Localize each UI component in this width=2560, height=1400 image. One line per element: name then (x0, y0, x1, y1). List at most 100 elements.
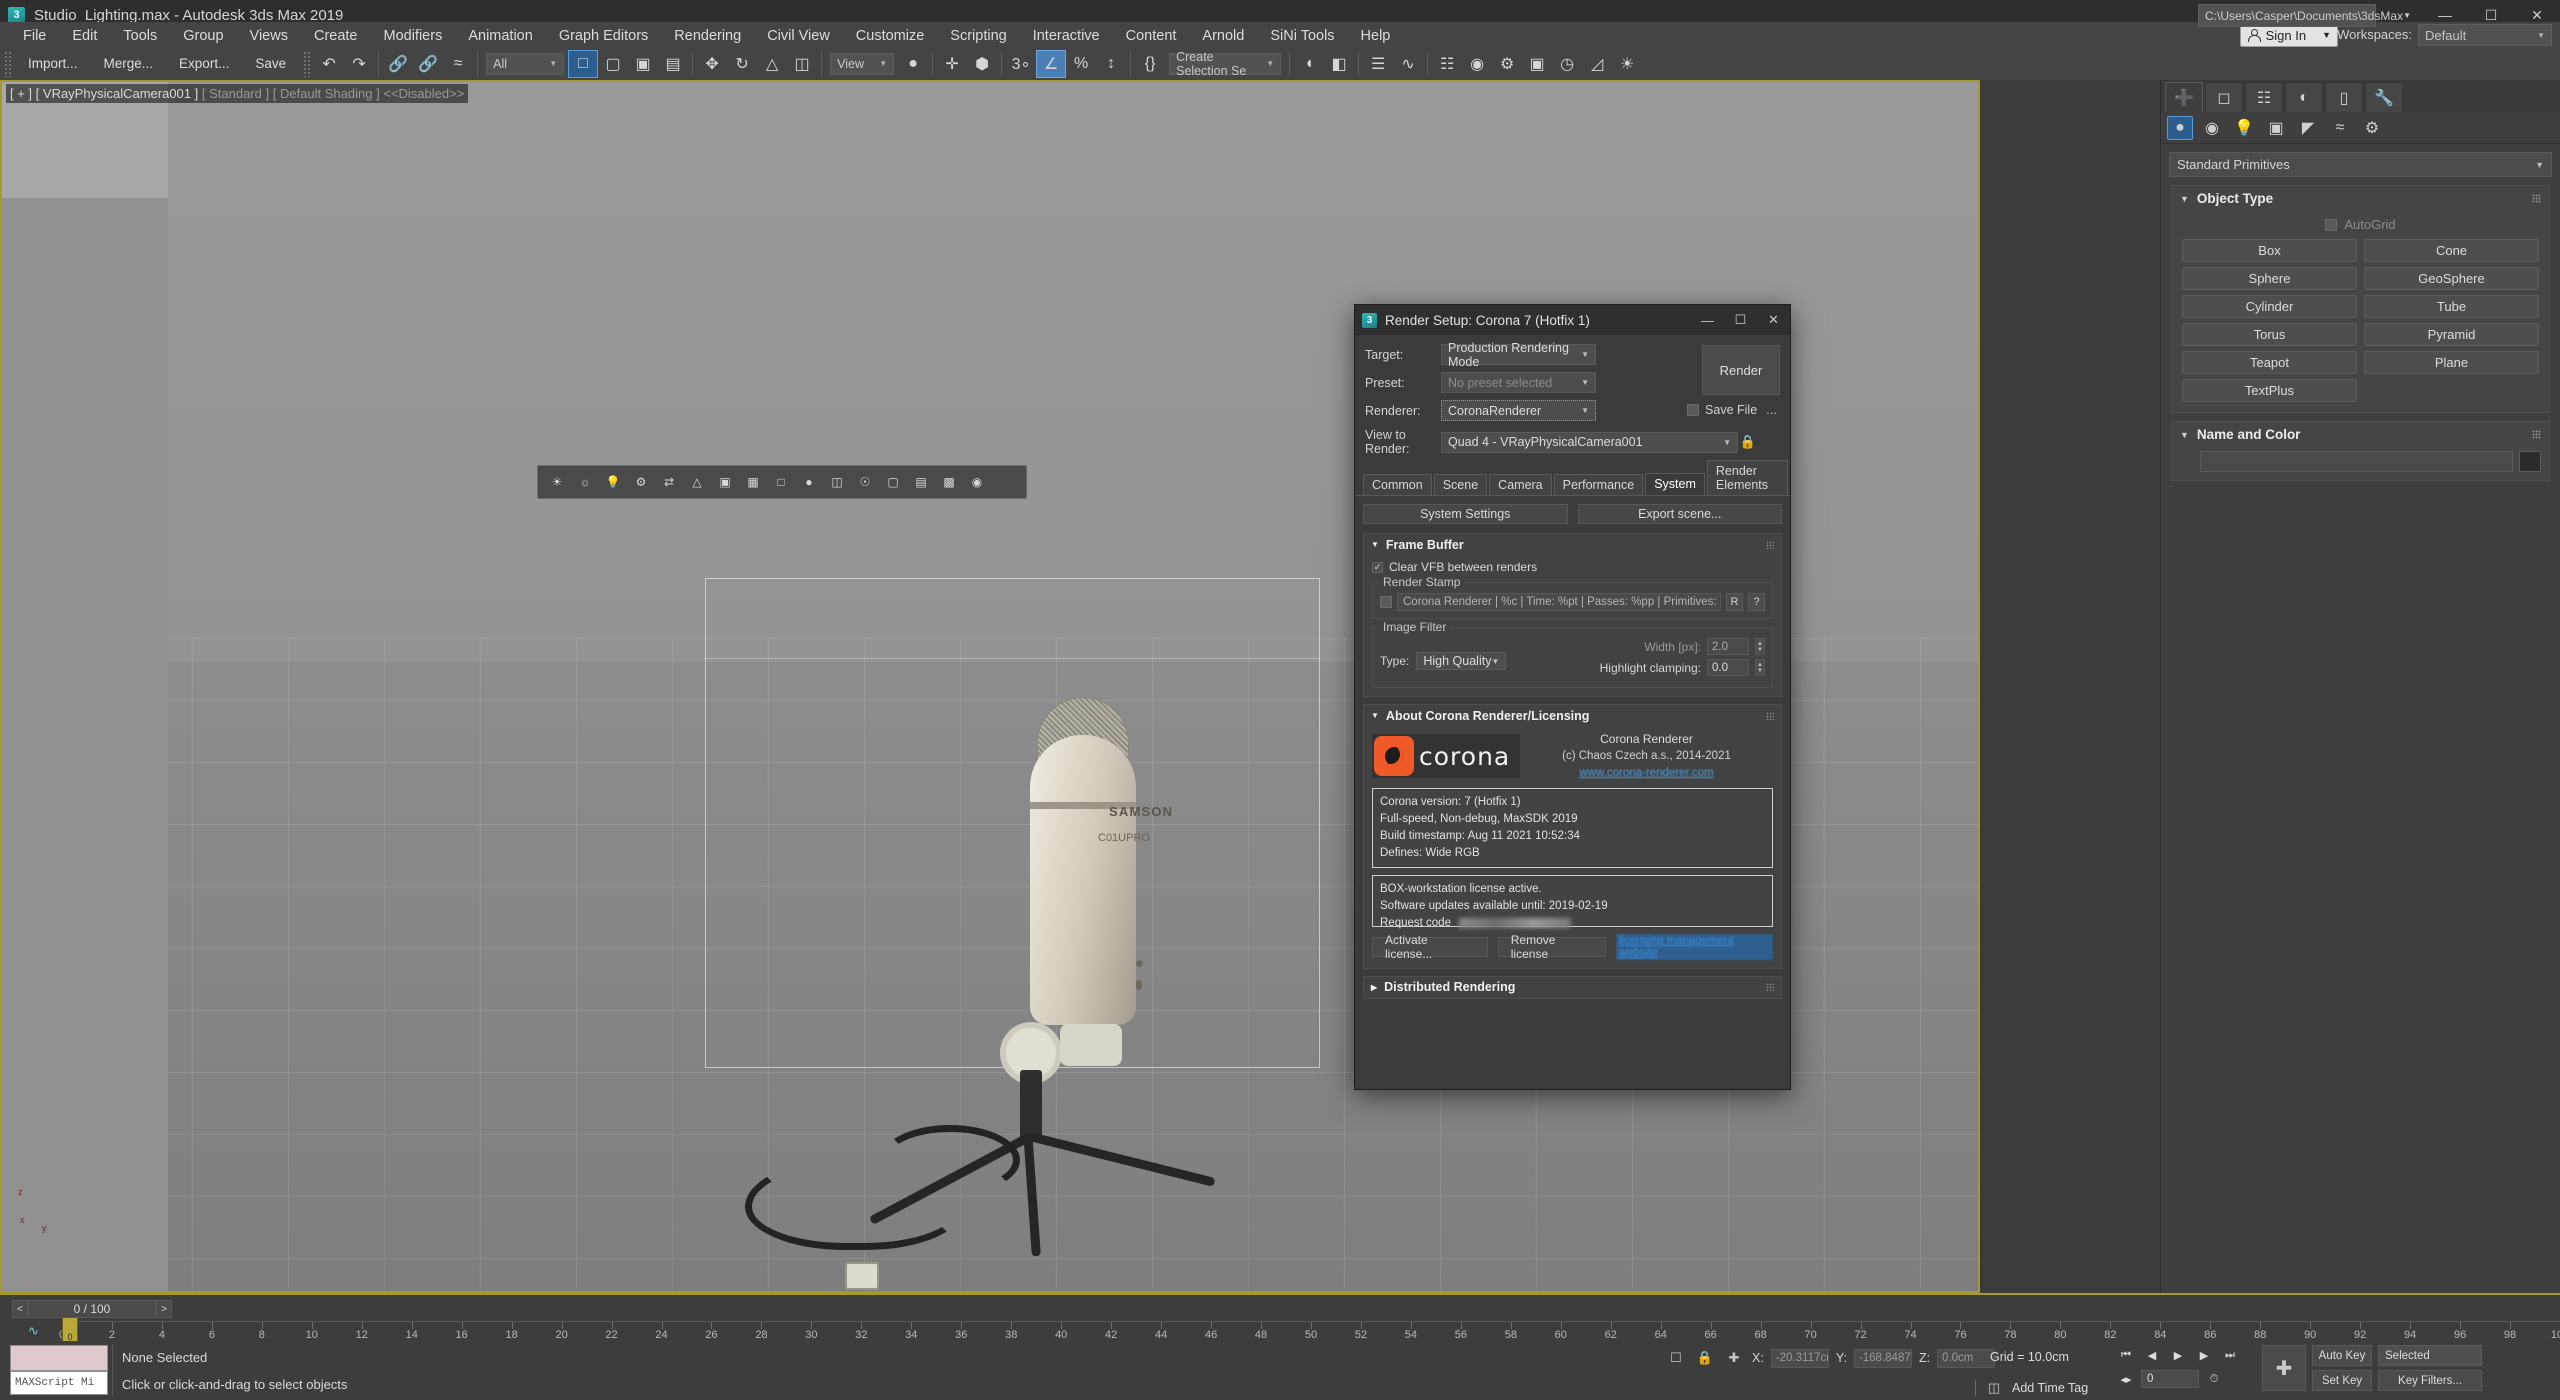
auto-key-button[interactable]: Auto Key (2312, 1345, 2372, 1366)
reference-coordinate-select[interactable]: View ▼ (830, 53, 894, 75)
create-tube-button[interactable]: Tube (2364, 295, 2539, 318)
maxscript-mini-listener[interactable]: MAXScript Mi (10, 1371, 108, 1395)
create-geosphere-button[interactable]: GeoSphere (2364, 267, 2539, 290)
create-tab[interactable]: ➕ (2165, 82, 2203, 112)
snaps-toggle-icon[interactable]: ⬢ (967, 50, 997, 78)
menu-arnold[interactable]: Arnold (1189, 24, 1257, 48)
toolbar-grip[interactable] (303, 51, 310, 77)
render-setup-close-button[interactable]: ✕ (1757, 305, 1790, 335)
render-button[interactable]: Render (1702, 345, 1780, 395)
name-and-color-header[interactable]: ▼ Name and Color (2172, 422, 2549, 447)
object-color-swatch[interactable] (2519, 451, 2541, 472)
create-cone-button[interactable]: Cone (2364, 239, 2539, 262)
tab-system[interactable]: System (1645, 473, 1705, 495)
export-button[interactable]: Export... (166, 52, 242, 75)
key-filters-button[interactable]: Key Filters... (2378, 1370, 2482, 1391)
corona-scatter-icon[interactable]: ▦ (740, 470, 766, 494)
named-selection-sets-icon[interactable]: {} (1135, 50, 1165, 78)
percent-snap-icon[interactable]: ∠ (1036, 50, 1066, 78)
selection-filter-select[interactable]: All ▼ (486, 53, 564, 75)
highlight-clamp-stepper[interactable]: ▲▼ (1755, 659, 1765, 676)
create-box-button[interactable]: Box (2182, 239, 2357, 262)
remove-license-button[interactable]: Remove license (1498, 937, 1606, 957)
geometry-icon[interactable]: ● (2167, 116, 2193, 140)
corona-interactive-icon[interactable]: ▤ (908, 470, 934, 494)
align-icon[interactable]: ◧ (1324, 50, 1354, 78)
tab-scene[interactable]: Scene (1434, 474, 1487, 495)
menu-file[interactable]: File (10, 24, 59, 48)
angle-snap-icon[interactable]: 3∘ (1006, 50, 1036, 78)
render-iterative-icon[interactable]: ◿ (1582, 50, 1612, 78)
z-field[interactable]: 0.0cm (1937, 1349, 1995, 1368)
lock-icon[interactable]: 🔒 (1738, 432, 1758, 453)
rendered-frame-window-icon[interactable]: ▣ (1522, 50, 1552, 78)
target-select[interactable]: Production Rendering Mode ▼ (1441, 344, 1596, 365)
next-frame-button[interactable]: ▶ (2193, 1345, 2215, 1365)
tab-camera[interactable]: Camera (1489, 474, 1551, 495)
menu-group[interactable]: Group (170, 24, 236, 48)
menu-modifiers[interactable]: Modifiers (371, 24, 456, 48)
distributed-rendering-header[interactable]: ▶ Distributed Rendering (1364, 977, 1781, 998)
corona-website-link[interactable]: www.corona-renderer.com (1520, 765, 1773, 782)
maxscript-listener-pane[interactable] (10, 1345, 108, 1371)
display-tab[interactable]: ▯ (2325, 82, 2363, 112)
select-scale-icon[interactable]: △ (757, 50, 787, 78)
hierarchy-tab[interactable]: ☷ (2245, 82, 2283, 112)
project-path-select[interactable]: C:\Users\Casper\Documents\3dsMax ▼ (2198, 4, 2376, 27)
render-stamp-reset-button[interactable]: R (1726, 593, 1743, 611)
menu-views[interactable]: Views (237, 24, 301, 48)
filter-type-select[interactable]: High Quality ▼ (1416, 652, 1506, 670)
create-cylinder-button[interactable]: Cylinder (2182, 295, 2357, 318)
primitive-category-select[interactable]: Standard Primitives ▼ (2169, 152, 2552, 177)
corona-sun-icon[interactable]: ☼ (572, 470, 598, 494)
schematic-view-icon[interactable]: ☷ (1432, 50, 1462, 78)
time-cursor[interactable]: 0 (62, 1317, 78, 1343)
frame-buffer-header[interactable]: ▼ Frame Buffer (1364, 534, 1781, 555)
corona-bitmap-icon[interactable]: ▣ (712, 470, 738, 494)
render-setup-minimize-button[interactable]: — (1691, 305, 1724, 335)
menu-civil-view[interactable]: Civil View (754, 24, 843, 48)
link-icon[interactable]: 🔗 (383, 50, 413, 78)
select-move-icon[interactable]: ✥ (697, 50, 727, 78)
redo-icon[interactable]: ↷ (344, 50, 374, 78)
licensing-management-link[interactable]: licensing management website (1616, 934, 1773, 960)
corona-ies-icon[interactable]: ☉ (852, 470, 878, 494)
save-file-browse-button[interactable]: ... (1763, 402, 1780, 417)
activeshade-icon[interactable]: ☀ (1612, 50, 1642, 78)
menu-customize[interactable]: Customize (843, 24, 938, 48)
cameras-icon[interactable]: ▣ (2263, 116, 2289, 140)
about-corona-header[interactable]: ▼ About Corona Renderer/Licensing (1364, 705, 1781, 726)
current-frame-field[interactable]: 0 (2141, 1370, 2199, 1388)
tab-render-elements[interactable]: Render Elements (1707, 460, 1788, 495)
save-button[interactable]: Save (242, 52, 299, 75)
key-set-select[interactable]: Selected (2378, 1345, 2482, 1366)
render-production-icon[interactable]: ◷ (1552, 50, 1582, 78)
workspaces-select[interactable]: Default ▼ (2418, 24, 2552, 46)
corona-aa-icon[interactable]: ▩ (936, 470, 962, 494)
viewport-label[interactable]: [ + ] [ VRayPhysicalCamera001 ] [ Standa… (6, 84, 468, 103)
selection-lock-icon[interactable]: ☐ (1665, 1347, 1687, 1369)
corona-converter-icon[interactable]: ⇄ (656, 470, 682, 494)
prev-frame-button[interactable]: < (12, 1300, 28, 1318)
menu-graph-editors[interactable]: Graph Editors (546, 24, 661, 48)
export-scene-button[interactable]: Export scene... (1578, 504, 1783, 524)
mirror-icon[interactable]: ◖ (1294, 50, 1324, 78)
set-key-icon[interactable]: ✚ (2262, 1345, 2306, 1391)
previous-frame-button[interactable]: ◀ (2141, 1345, 2163, 1365)
helpers-icon[interactable]: ◤ (2295, 116, 2321, 140)
select-and-manipulate-icon[interactable]: ✛ (937, 50, 967, 78)
spinner-snap-icon[interactable]: % (1066, 50, 1096, 78)
corona-settings-icon[interactable]: ⚙ (628, 470, 654, 494)
set-key-button[interactable]: Set Key (2312, 1370, 2372, 1391)
curve-editor-icon[interactable]: ∿ (28, 1323, 39, 1339)
render-setup-title-bar[interactable]: 3 Render Setup: Corona 7 (Hotfix 1) — ☐ … (1355, 305, 1790, 335)
system-settings-button[interactable]: System Settings (1363, 504, 1568, 524)
menu-content[interactable]: Content (1113, 24, 1190, 48)
next-frame-button[interactable]: > (156, 1300, 172, 1318)
select-object-icon[interactable]: □ (568, 50, 598, 78)
select-by-name-icon[interactable]: ▢ (598, 50, 628, 78)
menu-scripting[interactable]: Scripting (937, 24, 1019, 48)
rectangular-select-icon[interactable]: ▣ (628, 50, 658, 78)
create-textplus-button[interactable]: TextPlus (2182, 379, 2357, 402)
space-warps-icon[interactable]: ≈ (2327, 116, 2353, 140)
